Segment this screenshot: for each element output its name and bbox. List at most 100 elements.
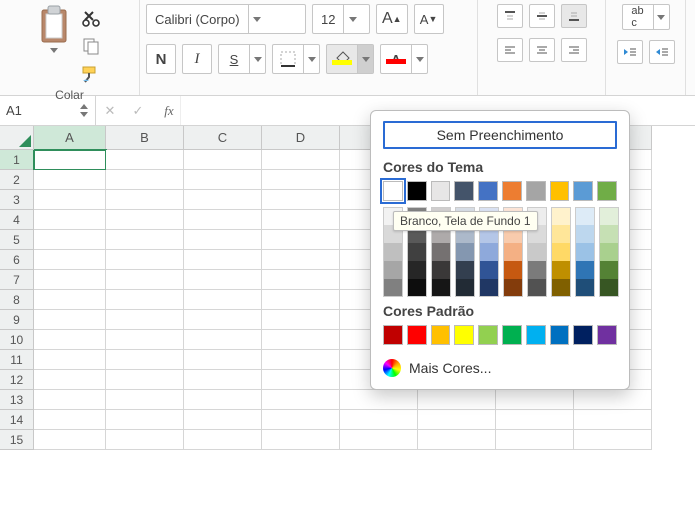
tint-swatch[interactable] xyxy=(407,243,427,261)
row-header[interactable]: 15 xyxy=(0,430,34,450)
cell[interactable] xyxy=(106,270,184,290)
cell[interactable] xyxy=(262,210,340,230)
chevron-down-icon[interactable] xyxy=(653,5,669,29)
cell[interactable] xyxy=(262,230,340,250)
cell[interactable] xyxy=(574,430,652,450)
cell[interactable] xyxy=(262,350,340,370)
cell[interactable] xyxy=(34,390,106,410)
tint-swatch[interactable] xyxy=(575,279,595,297)
dec-indent-button[interactable] xyxy=(617,40,643,64)
tint-swatch[interactable] xyxy=(407,279,427,297)
chevron-down-icon[interactable] xyxy=(357,45,373,73)
row-header[interactable]: 11 xyxy=(0,350,34,370)
tint-swatch[interactable] xyxy=(575,207,595,225)
cell[interactable] xyxy=(340,390,418,410)
row-header[interactable]: 9 xyxy=(0,310,34,330)
cell[interactable] xyxy=(106,350,184,370)
align-left-button[interactable] xyxy=(497,38,523,62)
cell[interactable] xyxy=(262,170,340,190)
theme-color-swatch[interactable] xyxy=(383,181,403,201)
cell[interactable] xyxy=(262,190,340,210)
tint-swatch[interactable] xyxy=(551,243,571,261)
row-header[interactable]: 7 xyxy=(0,270,34,290)
copy-button[interactable] xyxy=(78,34,104,58)
cell[interactable] xyxy=(574,410,652,430)
cell[interactable] xyxy=(106,290,184,310)
cell[interactable] xyxy=(418,390,496,410)
cell[interactable] xyxy=(184,390,262,410)
tint-swatch[interactable] xyxy=(575,261,595,279)
row-header[interactable]: 6 xyxy=(0,250,34,270)
cell[interactable] xyxy=(184,190,262,210)
column-header[interactable]: D xyxy=(262,126,340,150)
row-header[interactable]: 3 xyxy=(0,190,34,210)
column-header[interactable]: C xyxy=(184,126,262,150)
wrap-text-button[interactable]: abc xyxy=(622,4,670,30)
cell[interactable] xyxy=(34,150,106,170)
cell[interactable] xyxy=(262,330,340,350)
tint-swatch[interactable] xyxy=(551,279,571,297)
cell[interactable] xyxy=(184,290,262,310)
cell[interactable] xyxy=(106,310,184,330)
cell[interactable] xyxy=(340,430,418,450)
cell[interactable] xyxy=(106,370,184,390)
cell[interactable] xyxy=(184,150,262,170)
select-all-corner[interactable] xyxy=(0,126,34,150)
cell[interactable] xyxy=(184,170,262,190)
tint-swatch[interactable] xyxy=(551,261,571,279)
cell[interactable] xyxy=(184,430,262,450)
cell[interactable] xyxy=(184,350,262,370)
cell[interactable] xyxy=(106,230,184,250)
cell[interactable] xyxy=(184,330,262,350)
chevron-down-icon[interactable] xyxy=(248,5,266,33)
name-box[interactable]: A1 xyxy=(0,96,96,125)
cell[interactable] xyxy=(34,430,106,450)
theme-color-swatch[interactable] xyxy=(407,181,427,201)
cell[interactable] xyxy=(496,410,574,430)
theme-color-swatch[interactable] xyxy=(597,181,617,201)
row-header[interactable]: 12 xyxy=(0,370,34,390)
align-bottom-button[interactable] xyxy=(561,4,587,28)
chevron-down-icon[interactable] xyxy=(249,45,265,73)
cell[interactable] xyxy=(106,190,184,210)
chevron-down-icon[interactable] xyxy=(411,45,427,73)
cell[interactable] xyxy=(184,210,262,230)
borders-button[interactable] xyxy=(272,44,320,74)
fill-color-button[interactable] xyxy=(326,44,374,74)
cell[interactable] xyxy=(34,350,106,370)
cell[interactable] xyxy=(262,150,340,170)
align-center-button[interactable] xyxy=(529,38,555,62)
tint-swatch[interactable] xyxy=(407,261,427,279)
tint-swatch[interactable] xyxy=(599,243,619,261)
cell[interactable] xyxy=(262,410,340,430)
cell[interactable] xyxy=(106,390,184,410)
cell[interactable] xyxy=(184,230,262,250)
theme-color-swatch[interactable] xyxy=(573,181,593,201)
tint-swatch[interactable] xyxy=(455,279,475,297)
cell[interactable] xyxy=(340,410,418,430)
cell[interactable] xyxy=(262,430,340,450)
tint-swatch[interactable] xyxy=(455,243,475,261)
standard-color-swatch[interactable] xyxy=(550,325,570,345)
column-header[interactable]: B xyxy=(106,126,184,150)
cell[interactable] xyxy=(34,290,106,310)
tint-swatch[interactable] xyxy=(551,207,571,225)
standard-color-swatch[interactable] xyxy=(407,325,427,345)
standard-color-swatch[interactable] xyxy=(526,325,546,345)
tint-swatch[interactable] xyxy=(599,225,619,243)
standard-color-swatch[interactable] xyxy=(454,325,474,345)
tint-swatch[interactable] xyxy=(551,225,571,243)
row-header[interactable]: 8 xyxy=(0,290,34,310)
cell[interactable] xyxy=(574,390,652,410)
cut-button[interactable] xyxy=(78,6,104,30)
no-fill-button[interactable]: Sem Preenchimento xyxy=(383,121,617,149)
paste-button[interactable] xyxy=(36,4,72,53)
insert-function-button[interactable]: fx xyxy=(152,96,180,125)
cell[interactable] xyxy=(106,250,184,270)
row-header[interactable]: 2 xyxy=(0,170,34,190)
font-size-combo[interactable]: 12 xyxy=(312,4,370,34)
cell[interactable] xyxy=(262,390,340,410)
cell[interactable] xyxy=(262,290,340,310)
tint-swatch[interactable] xyxy=(383,243,403,261)
cell[interactable] xyxy=(34,330,106,350)
